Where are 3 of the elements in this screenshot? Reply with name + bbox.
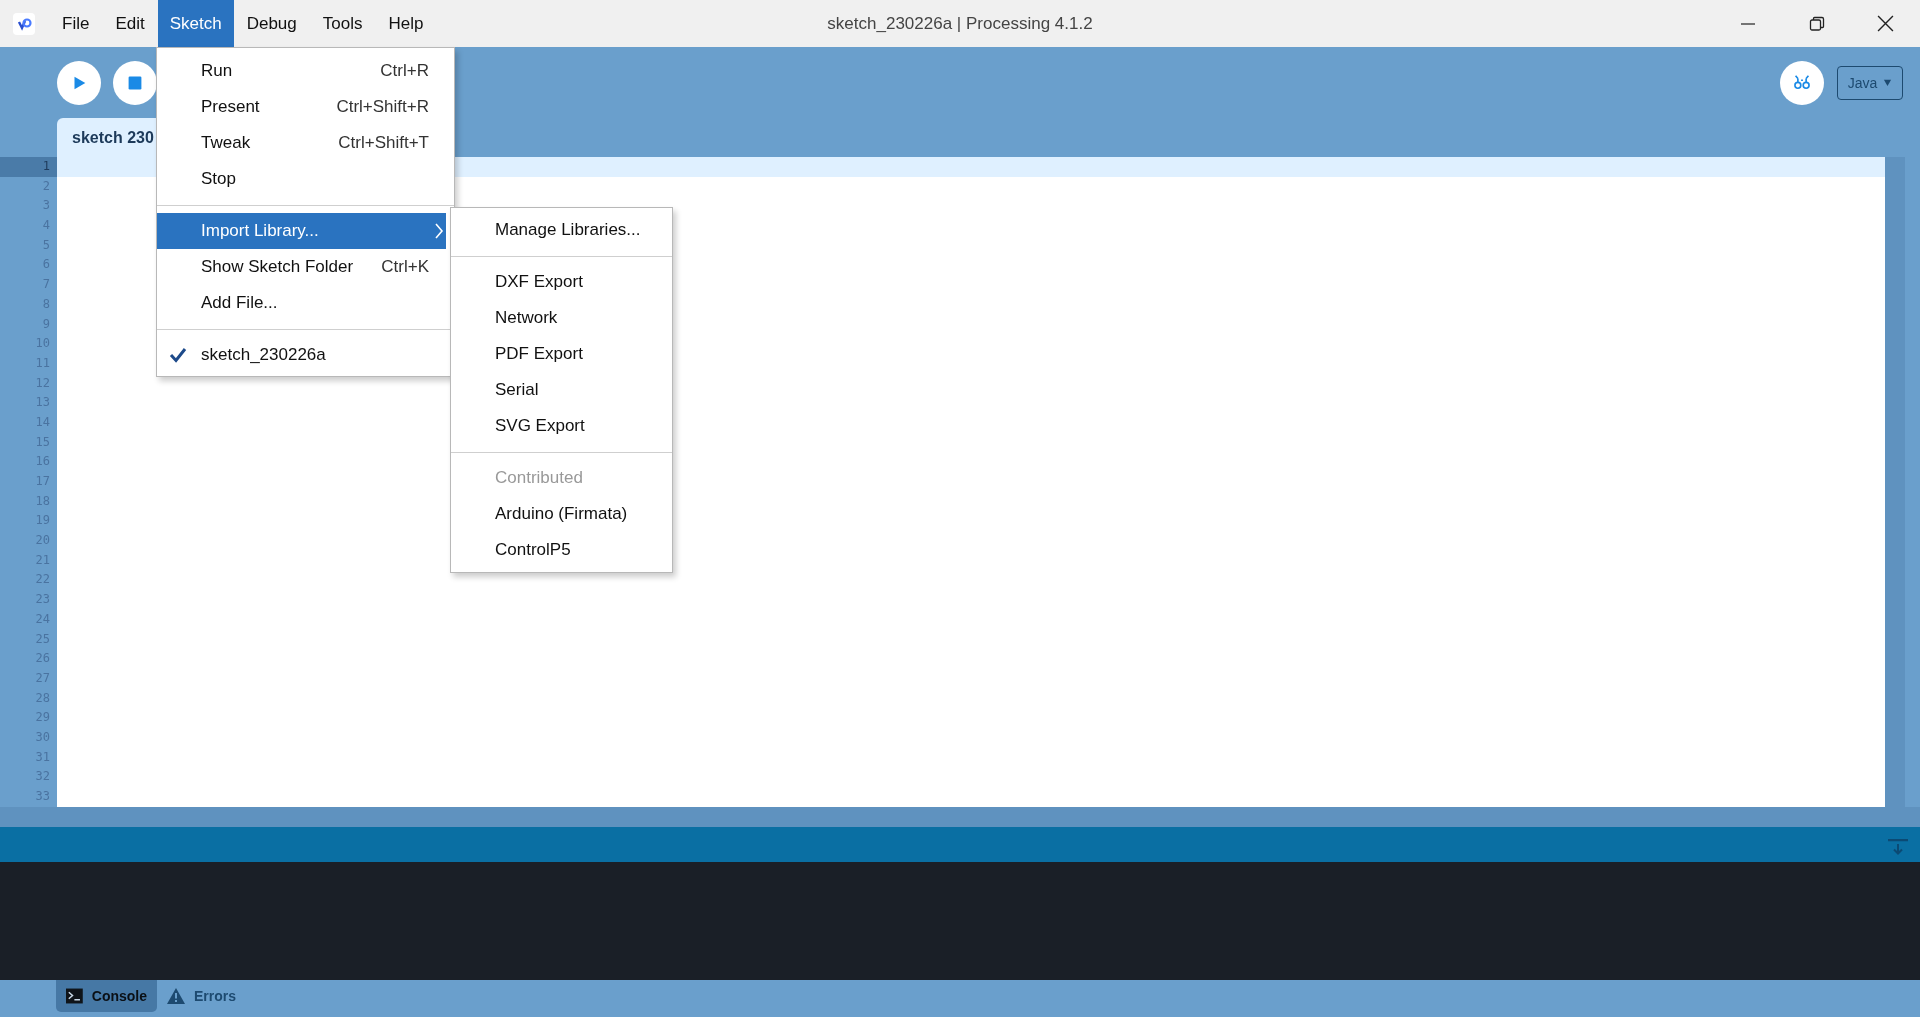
window-title: sketch_230226a | Processing 4.1.2 [827, 13, 1093, 34]
menu-header: Contributed [494, 467, 584, 489]
line-number: 1 [0, 157, 57, 177]
